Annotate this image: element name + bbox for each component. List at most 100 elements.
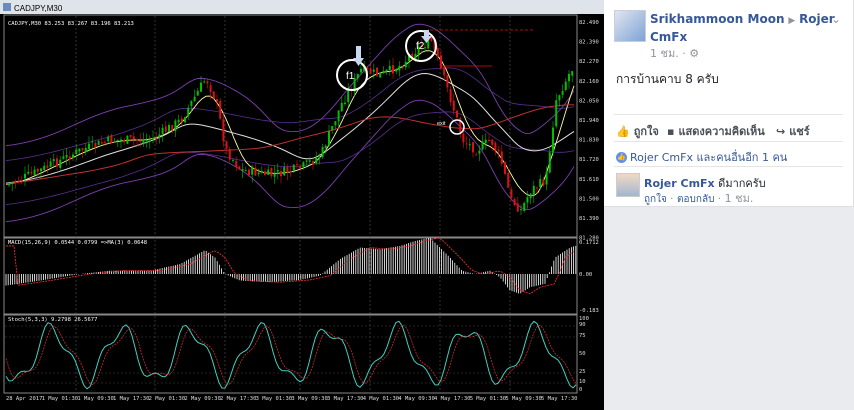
candle-body (244, 170, 247, 172)
candle-body (142, 139, 145, 144)
candle-body (401, 67, 404, 69)
candle-body (571, 71, 574, 76)
stoch-tick-label: 10 (579, 379, 586, 385)
candle-body (379, 72, 382, 78)
like-reaction-icon: 👍 (616, 151, 627, 163)
candle-body (11, 182, 14, 185)
candle-body (257, 172, 260, 175)
candle-body (225, 141, 228, 149)
candle-body (552, 127, 554, 153)
time-tick-label: 2 May 09:30 (184, 396, 220, 402)
candle-body (88, 143, 90, 150)
thumbs-up-icon: 👍 (616, 124, 630, 138)
candle-body (395, 69, 398, 72)
candle-body (49, 161, 52, 167)
time-tick-label: 5 May 17:30 (541, 396, 577, 402)
candle-body (43, 165, 46, 171)
macd-pane[interactable] (3, 237, 578, 315)
divider (614, 114, 843, 115)
candle-body (536, 187, 538, 189)
candle-body (372, 69, 375, 72)
candle-body (331, 125, 334, 131)
stoch-pane[interactable] (3, 314, 578, 394)
trading-chart-window[interactable]: CADJPY,M30 CADJPY,M30 83.253 83.267 83.1… (0, 0, 604, 410)
candle-body (523, 202, 526, 211)
candle-body (475, 154, 478, 156)
time-tick-label: 1 May 09:30 (77, 396, 113, 402)
candle-body (68, 156, 71, 160)
candle-body (190, 100, 193, 106)
price-tick-label: 82.160 (579, 79, 599, 85)
time-tick-label: 5 May 09:30 (505, 396, 541, 402)
candle-body (478, 150, 481, 154)
stoch-tick-label: 25 (579, 369, 586, 375)
candle-body (500, 151, 503, 164)
candle-body (59, 159, 62, 168)
reactions-summary[interactable]: 👍 Rojer CmFx และคนอื่นอีก 1 คน (616, 148, 787, 166)
candle-body (56, 158, 58, 167)
candle-body (91, 141, 94, 143)
candle-body (123, 140, 126, 143)
candle-body (392, 65, 394, 74)
post-author-link[interactable]: Srikhammoon Moon (650, 12, 784, 26)
time-axis: 28 Apr 2017 1 May 01:30 1 May 09:30 1 May 1… (6, 396, 577, 402)
candle-body (404, 61, 407, 68)
comment-reply-link[interactable]: ตอบกลับ (677, 194, 714, 205)
candle-body (472, 142, 474, 153)
candle-body (529, 193, 532, 199)
candle-body (148, 140, 151, 142)
comment-timestamp[interactable]: 1 ชม. (725, 192, 754, 205)
candle-body (107, 136, 110, 142)
price-tick-label: 81.390 (579, 216, 599, 222)
candle-body (97, 140, 100, 145)
candle-body (200, 82, 202, 92)
candle-body (532, 185, 535, 196)
candle-body (168, 125, 170, 132)
candle-body (513, 199, 516, 206)
share-button[interactable]: ↪ แชร์ (776, 122, 810, 140)
time-tick-label: 2 May 01:30 (149, 396, 185, 402)
divider (614, 141, 843, 142)
comment-like-link[interactable]: ถูกใจ (644, 194, 667, 205)
candle-body (14, 181, 17, 183)
candle-body (376, 67, 378, 76)
post-timestamp[interactable]: 1 ชม. (650, 47, 679, 60)
candle-body (216, 99, 218, 102)
candle-body (171, 125, 174, 131)
time-tick-label: 2 May 17:30 (220, 396, 256, 402)
post-card: Srikhammoon Moon ▶ Rojer CmFx 1 ชม. · ⚙ … (604, 0, 854, 207)
commenter-avatar[interactable] (616, 173, 640, 197)
upper-envelope-line (5, 23, 575, 147)
stoch-tick-label: 50 (579, 351, 586, 357)
price-pane[interactable] (3, 14, 578, 238)
candle-body (334, 121, 337, 126)
candlesticks (8, 29, 574, 216)
candle-body (324, 145, 327, 148)
candle-body (315, 157, 318, 164)
price-tick-label: 81.720 (579, 157, 599, 163)
candle-body (184, 117, 186, 123)
candle-body (36, 168, 39, 172)
candle-body (398, 65, 401, 71)
candle-body (174, 120, 177, 132)
envelope-bands (5, 23, 575, 223)
chevron-down-icon[interactable]: ⌄ (831, 12, 841, 26)
stoch-label: Stoch(5,3,3) 9.2798 26.5677 (8, 317, 97, 323)
candle-body (542, 179, 545, 186)
price-tick-label: 82.270 (579, 59, 599, 65)
svg-text:f1: f1 (346, 71, 355, 82)
macd-signal-line (6, 237, 575, 295)
author-avatar[interactable] (614, 10, 646, 42)
day-separators (5, 16, 576, 392)
candle-body (299, 166, 302, 169)
candle-body (209, 85, 212, 92)
candle-body (251, 167, 254, 175)
stochastic-lines (5, 320, 577, 390)
like-button[interactable]: 👍 ถูกใจ (616, 122, 659, 140)
comment-button[interactable]: ▪ แสดงความคิดเห็น (667, 122, 765, 140)
time-tick-label: 1 May 01:30 (42, 396, 78, 402)
audience-icon[interactable]: ⚙ (689, 47, 699, 60)
candle-body (136, 139, 138, 141)
candle-body (24, 173, 26, 179)
svg-text:f2: f2 (416, 41, 425, 52)
